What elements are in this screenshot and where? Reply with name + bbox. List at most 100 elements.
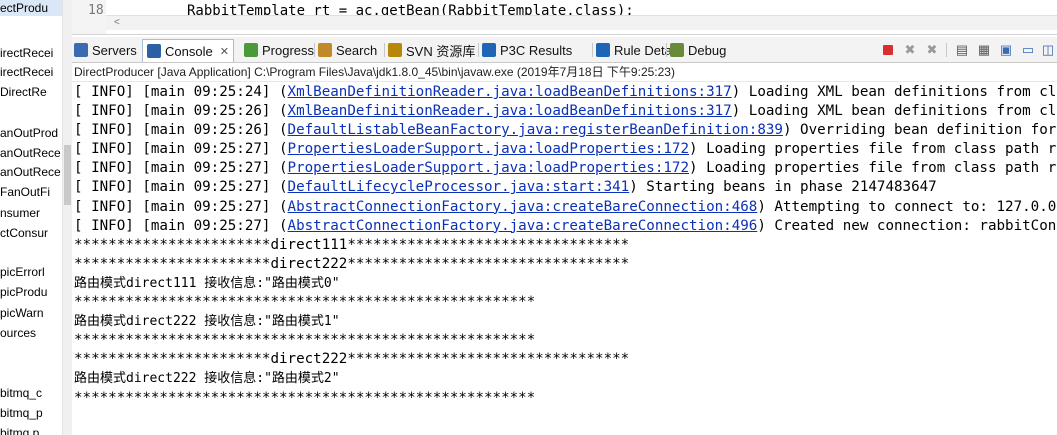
tab-label: Rule Detail — [614, 42, 678, 58]
output-line: ***********************direct222********… — [74, 351, 630, 368]
clear-console-icon[interactable]: ▤ — [954, 42, 970, 58]
p3c-icon — [482, 43, 496, 57]
package-explorer-item[interactable]: picWarn — [0, 305, 44, 321]
log-message: ) Loading XML bean definitions from clas… — [731, 84, 1057, 100]
svn-icon — [388, 43, 402, 57]
log-line: [ INFO] [main 09:25:24] (XmlBeanDefiniti… — [74, 83, 1057, 102]
log-line: [ INFO] [main 09:25:27] (AbstractConnect… — [74, 198, 1057, 217]
tab-console[interactable]: Console ✕ — [142, 39, 234, 62]
log-prefix: [ INFO] [main 09:25:24] ( — [74, 84, 288, 100]
code-editor[interactable]: 18 RabbitTemplate rt = ac.getBean(Rabbit… — [72, 0, 1057, 35]
log-line: [ INFO] [main 09:25:27] (PropertiesLoade… — [74, 159, 1057, 178]
log-prefix: [ INFO] [main 09:25:27] ( — [74, 160, 288, 177]
log-prefix: [ INFO] [main 09:25:26] ( — [74, 103, 288, 120]
package-explorer-item[interactable]: anOutRece — [0, 145, 61, 161]
package-explorer-item[interactable]: FanOutFi — [0, 184, 50, 200]
close-tab-icon[interactable]: ✕ — [220, 45, 229, 58]
package-explorer-item[interactable]: bitmq_p — [0, 405, 43, 421]
package-explorer-item[interactable]: anOutProd — [0, 125, 58, 141]
debug-icon — [670, 43, 684, 57]
package-explorer-item[interactable]: nsumer — [0, 205, 40, 221]
toolbar-separator — [946, 43, 947, 57]
source-link[interactable]: PropertiesLoaderSupport.java:loadPropert… — [288, 160, 689, 176]
tab-label: SVN 资源库 — [406, 43, 476, 59]
console-icon — [147, 44, 161, 58]
package-explorer: ectProdu irectRecei irectRecei DirectRe anOu… — [0, 0, 62, 435]
package-explorer-item[interactable]: irectRecei — [0, 64, 53, 80]
output-line: ***********************direct222********… — [74, 255, 630, 272]
tab-separator — [384, 43, 385, 57]
log-message: ) Loading properties file from class pat… — [689, 141, 1057, 158]
rule-icon — [596, 43, 610, 57]
scrollbar-thumb[interactable] — [64, 145, 71, 205]
log-line: [ INFO] [main 09:25:27] (DefaultLifecycl… — [74, 178, 1057, 197]
scroll-lock-icon[interactable]: ▦ — [976, 42, 992, 58]
tab-separator — [314, 43, 315, 57]
tab-search[interactable]: Search — [318, 40, 377, 60]
log-line: [ INFO] [main 09:25:26] (XmlBeanDefiniti… — [74, 102, 1057, 121]
source-link[interactable]: PropertiesLoaderSupport.java:loadPropert… — [288, 141, 689, 157]
package-explorer-scrollbar[interactable] — [62, 0, 72, 435]
tab-separator — [592, 43, 593, 57]
log-prefix: [ INFO] [main 09:25:27] ( — [74, 217, 288, 234]
line-number: 18 — [88, 3, 104, 18]
package-explorer-item[interactable]: DirectRe — [0, 84, 47, 100]
log-line: [ INFO] [main 09:25:26] (DefaultListable… — [74, 121, 1057, 140]
tab-label: Debug — [688, 42, 727, 58]
console-description: DirectProducer [Java Application] C:\Pro… — [72, 63, 1057, 82]
log-prefix: [ INFO] [main 09:25:27] ( — [74, 179, 288, 196]
search-icon — [318, 43, 332, 57]
remove-launch-icon[interactable]: ✖ — [902, 42, 918, 58]
package-explorer-item[interactable]: ources — [0, 325, 36, 341]
tab-servers[interactable]: Servers — [74, 40, 137, 60]
log-message: ) Overriding bean definition for bean — [782, 122, 1057, 139]
console-output[interactable]: [ INFO] [main 09:25:24] (XmlBeanDefiniti… — [74, 83, 1057, 435]
log-prefix: [ INFO] [main 09:25:26] ( — [74, 122, 288, 139]
package-explorer-item[interactable]: anOutRece — [0, 164, 61, 180]
servers-icon — [74, 43, 88, 57]
log-message: ) Loading properties file from class pat… — [689, 160, 1057, 177]
source-link[interactable]: DefaultLifecycleProcessor.java:start:341 — [288, 179, 630, 195]
tab-label: Servers — [92, 42, 137, 58]
package-explorer-item[interactable]: irectRecei — [0, 45, 53, 61]
tab-svn[interactable]: SVN 资源库 — [388, 40, 475, 60]
tab-debug[interactable]: Debug — [670, 40, 726, 60]
package-explorer-item[interactable]: ectProdu — [0, 0, 62, 16]
tab-label: Console — [165, 43, 213, 59]
terminate-icon[interactable] — [880, 42, 896, 58]
package-explorer-item[interactable]: bitmq.p — [0, 425, 39, 435]
output-line: ****************************************… — [74, 294, 536, 311]
source-link[interactable]: XmlBeanDefinitionReader.java:loadBeanDef… — [288, 103, 732, 119]
log-line: [ INFO] [main 09:25:27] (AbstractConnect… — [74, 217, 1057, 236]
output-line: ****************************************… — [74, 389, 536, 406]
progress-icon — [244, 43, 258, 57]
source-link[interactable]: AbstractConnectionFactory.java:createBar… — [288, 218, 758, 234]
package-explorer-item[interactable]: picErrorl — [0, 264, 45, 280]
display-selected-console-icon[interactable]: ▭ — [1020, 42, 1036, 58]
remove-all-terminated-icon[interactable]: ✖ — [924, 42, 940, 58]
source-link[interactable]: XmlBeanDefinitionReader.java:loadBeanDef… — [288, 84, 732, 100]
log-message: ) Starting beans in phase 2147483647 — [629, 179, 937, 196]
log-message: ) Attempting to connect to: 127.0.0.1:56… — [757, 198, 1057, 215]
tab-p3c[interactable]: P3C Results — [482, 40, 572, 60]
package-explorer-item[interactable]: bitmq_c — [0, 385, 42, 401]
log-message: ) Created new connection: rabbitConnecti… — [757, 217, 1057, 234]
tab-progress[interactable]: Progress — [244, 40, 314, 60]
open-console-icon[interactable]: ◫ — [1040, 42, 1056, 58]
output-line: 路由模式direct111 接收信息:"路由模式0" — [74, 275, 340, 291]
tab-separator — [478, 43, 479, 57]
source-link[interactable]: DefaultListableBeanFactory.java:register… — [288, 122, 783, 138]
output-line: 路由模式direct222 接收信息:"路由模式1" — [74, 314, 340, 330]
log-prefix: [ INFO] [main 09:25:27] ( — [74, 198, 288, 215]
log-prefix: [ INFO] [main 09:25:27] ( — [74, 141, 288, 158]
package-explorer-item[interactable]: ctConsur — [0, 225, 48, 241]
editor-horizontal-scrollbar[interactable]: < — [106, 15, 1057, 30]
package-explorer-item[interactable]: picProdu — [0, 284, 47, 300]
source-link[interactable]: AbstractConnectionFactory.java:createBar… — [288, 199, 758, 215]
tab-label: Progress — [262, 42, 315, 58]
pin-console-icon[interactable]: ▣ — [998, 42, 1014, 58]
output-line: ***********************direct111********… — [74, 236, 630, 253]
scroll-left-arrow-icon[interactable]: < — [114, 16, 120, 30]
tab-separator — [666, 43, 667, 57]
view-tab-bar: Servers Console ✕ Progress Search SVN 资源库 P3C … — [72, 37, 1057, 63]
